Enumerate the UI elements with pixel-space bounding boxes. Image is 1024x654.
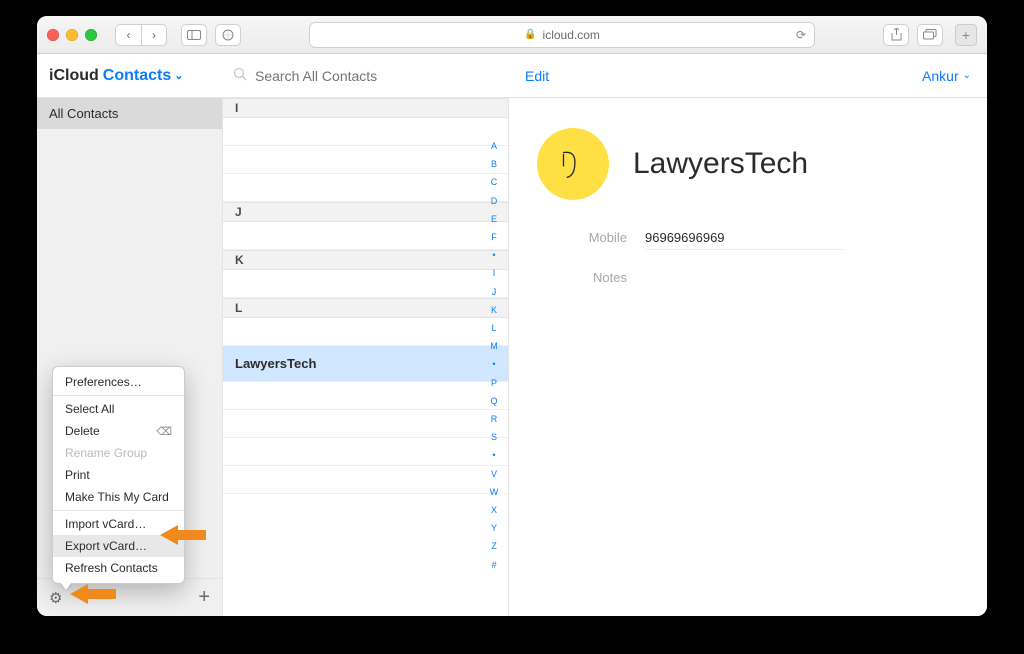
tabs-button[interactable]: [917, 24, 943, 46]
url-host: icloud.com: [543, 28, 600, 42]
alpha-index[interactable]: ABC DEF • I JKLM • PQRS • VWXYZ #: [486, 142, 502, 570]
alpha-letter[interactable]: A: [486, 142, 502, 151]
new-tab-button[interactable]: +: [955, 24, 977, 46]
list-item[interactable]: [223, 382, 508, 410]
app-switcher[interactable]: iCloud Contacts ⌄: [37, 54, 223, 97]
back-button[interactable]: ‹: [115, 24, 141, 46]
alpha-letter[interactable]: Z: [486, 542, 502, 551]
share-button[interactable]: [883, 24, 909, 46]
notes-label: Notes: [567, 270, 627, 285]
app-name: Contacts: [103, 67, 171, 85]
sidebar-icon: [187, 30, 201, 40]
alpha-letter[interactable]: Y: [486, 524, 502, 533]
alpha-letter[interactable]: W: [486, 488, 502, 497]
sidebar-item-all-contacts[interactable]: All Contacts: [37, 98, 222, 129]
edit-button[interactable]: Edit: [525, 68, 549, 84]
close-window-button[interactable]: [47, 29, 59, 41]
list-item[interactable]: [223, 410, 508, 438]
list-item[interactable]: [223, 146, 508, 174]
section-I: I: [223, 98, 508, 118]
alpha-letter[interactable]: C: [486, 178, 502, 187]
forward-button[interactable]: ›: [141, 24, 167, 46]
search-field-wrapper: [223, 54, 509, 97]
menu-select-all[interactable]: Select All: [53, 398, 184, 420]
notes-value: [645, 270, 845, 285]
minimize-window-button[interactable]: [66, 29, 78, 41]
user-name: Ankur: [922, 68, 959, 84]
list-item[interactable]: [223, 118, 508, 146]
alpha-letter[interactable]: P: [486, 379, 502, 388]
contact-avatar: [537, 128, 609, 200]
share-icon: [891, 28, 902, 41]
alpha-letter[interactable]: X: [486, 506, 502, 515]
lock-icon: 🔒: [524, 29, 536, 40]
alpha-letter[interactable]: K: [486, 306, 502, 315]
reload-button[interactable]: ⟳: [796, 28, 806, 42]
search-icon: [233, 67, 247, 84]
list-item[interactable]: [223, 438, 508, 466]
backspace-icon: ⌫: [156, 425, 172, 438]
list-item[interactable]: [223, 466, 508, 494]
annotation-arrow-export: [160, 525, 206, 545]
alpha-letter[interactable]: E: [486, 215, 502, 224]
add-contact-button[interactable]: +: [198, 586, 210, 609]
alpha-letter[interactable]: •: [486, 251, 502, 260]
contact-detail: LawyersTech Mobile 96969696969 Notes: [509, 98, 987, 616]
maximize-window-button[interactable]: [85, 29, 97, 41]
section-K: K: [223, 250, 508, 270]
alpha-letter[interactable]: •: [486, 451, 502, 460]
alpha-letter[interactable]: B: [486, 160, 502, 169]
safari-toolbar: ‹ › 🔒 icloud.com ⟳ +: [37, 16, 987, 54]
annotation-arrow-gear: [70, 584, 116, 604]
list-item[interactable]: [223, 222, 508, 250]
list-item[interactable]: [223, 318, 508, 346]
sidebar-toggle-button[interactable]: [181, 24, 207, 46]
menu-make-my-card[interactable]: Make This My Card: [53, 486, 184, 508]
menu-refresh-contacts[interactable]: Refresh Contacts: [53, 557, 184, 579]
settings-gear-button[interactable]: ⚙: [49, 589, 62, 607]
menu-rename-group: Rename Group: [53, 442, 184, 464]
contacts-list: I J K L LawyersTech ABCDEF•IJKLM•PQRS•VW…: [223, 98, 509, 616]
alpha-letter[interactable]: V: [486, 470, 502, 479]
alpha-letter[interactable]: •: [486, 360, 502, 369]
alpha-letter[interactable]: F: [486, 233, 502, 242]
alpha-letter[interactable]: S: [486, 433, 502, 442]
mobile-label: Mobile: [567, 230, 627, 250]
window-controls: [47, 29, 97, 41]
alpha-letter[interactable]: Q: [486, 397, 502, 406]
settings-context-menu: Preferences… Select All Delete⌫ Rename G…: [52, 366, 185, 584]
menu-delete[interactable]: Delete⌫: [53, 420, 184, 442]
reader-icon: [222, 29, 234, 41]
mobile-value: 96969696969: [645, 230, 845, 250]
alpha-letter[interactable]: M: [486, 342, 502, 351]
alpha-letter[interactable]: J: [486, 288, 502, 297]
search-input[interactable]: [255, 68, 455, 84]
nav-back-forward: ‹ ›: [115, 24, 167, 46]
detail-header-bar: Edit Ankur ⌄: [509, 54, 987, 97]
contact-name: LawyersTech: [633, 147, 808, 181]
alpha-letter[interactable]: I: [486, 269, 502, 278]
url-bar[interactable]: 🔒 icloud.com ⟳: [309, 22, 815, 48]
chevron-down-icon: ⌄: [174, 69, 183, 82]
list-item-selected[interactable]: LawyersTech: [223, 346, 508, 382]
menu-print[interactable]: Print: [53, 464, 184, 486]
section-J: J: [223, 202, 508, 222]
tabs-icon: [923, 29, 937, 40]
alpha-letter[interactable]: L: [486, 324, 502, 333]
chevron-down-icon: ⌄: [963, 70, 971, 81]
icloud-header: iCloud Contacts ⌄ Edit Ankur ⌄: [37, 54, 987, 98]
alpha-letter[interactable]: D: [486, 197, 502, 206]
section-L: L: [223, 298, 508, 318]
list-item[interactable]: [223, 270, 508, 298]
brand-label: iCloud: [49, 67, 99, 85]
menu-preferences[interactable]: Preferences…: [53, 371, 184, 393]
reader-button[interactable]: [215, 24, 241, 46]
user-menu[interactable]: Ankur ⌄: [922, 68, 971, 84]
alpha-letter[interactable]: #: [486, 561, 502, 570]
alpha-letter[interactable]: R: [486, 415, 502, 424]
list-item[interactable]: [223, 174, 508, 202]
